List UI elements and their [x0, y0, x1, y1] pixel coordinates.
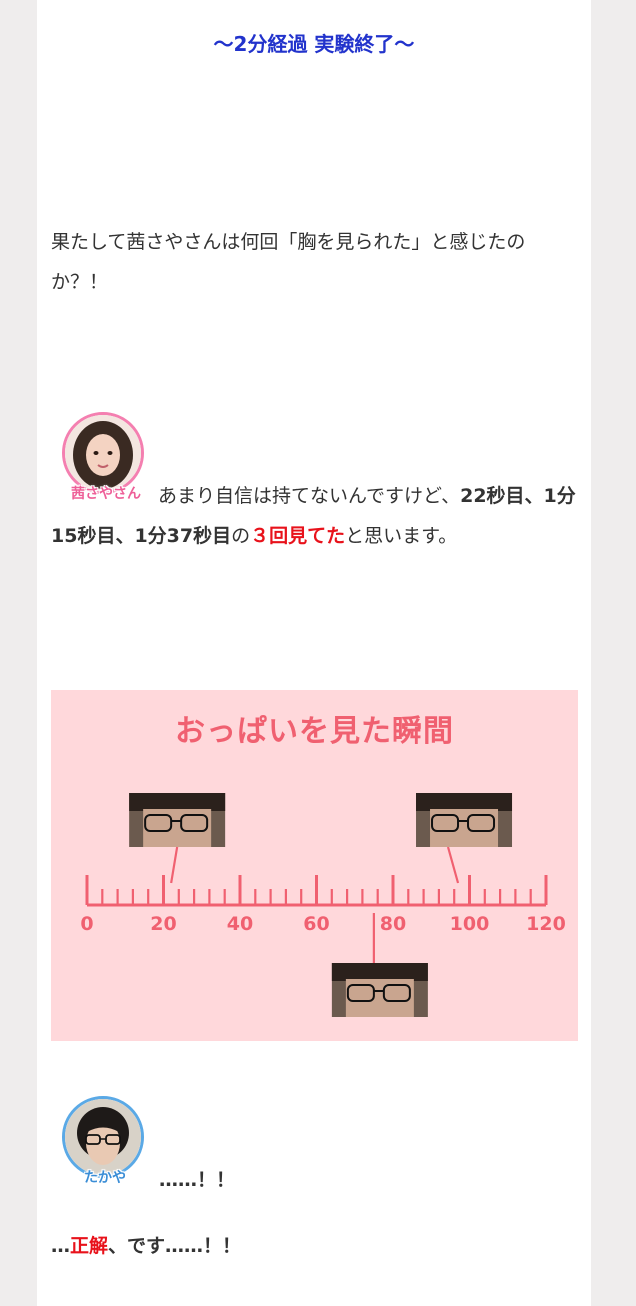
- answer-paragraph: …正解、です……！！: [51, 1226, 581, 1266]
- speaker-avatar-takaya: [62, 1096, 144, 1178]
- tick-label: 40: [227, 913, 253, 935]
- moment-photo: [129, 793, 226, 847]
- tick-label: 80: [380, 913, 406, 935]
- section-heading: 〜2分経過 実験終了〜: [213, 32, 415, 56]
- speaker1-text-1: あまり自信は持てないんですけど、: [158, 485, 461, 507]
- photo-hair: [331, 963, 428, 981]
- answer-post: 、です……！！: [108, 1235, 242, 1257]
- tick-label: 120: [526, 913, 566, 935]
- photo-hair: [416, 793, 513, 811]
- speaker2-text: ……！！: [159, 1169, 236, 1191]
- timeline-chart: おっぱいを見た瞬間 0 20 40 60 80 100 120: [51, 690, 578, 1041]
- moment-photo: [331, 963, 428, 1017]
- speaker-name-takaya: たかや: [84, 1170, 126, 1186]
- answer-highlight: 正解: [70, 1235, 109, 1257]
- answer-pre: …: [51, 1235, 70, 1257]
- speaker1-highlight: ３回見てた: [250, 525, 346, 547]
- speaker1-text-2: の: [231, 525, 251, 547]
- speaker1-text-3: と思います。: [345, 525, 458, 547]
- tick-label: 100: [450, 913, 490, 935]
- moment-pointer: [170, 846, 179, 884]
- moment-photo: [416, 793, 513, 847]
- tick-label: 0: [80, 913, 93, 935]
- moment-pointer: [446, 846, 460, 884]
- article-column: 〜2分経過 実験終了〜 果たして茜さやさんは何回「胸を見られた」と感じたのか？！…: [37, 0, 591, 1306]
- timeline-svg: 0 20 40 60 80 100 120: [80, 793, 566, 1017]
- photo-hair: [129, 793, 226, 811]
- tick-label: 20: [150, 913, 176, 935]
- question-paragraph: 果たして茜さやさんは何回「胸を見られた」と感じたのか？！: [51, 231, 526, 293]
- tick-label: 60: [303, 913, 329, 935]
- speaker1-paragraph: あまり自信は持てないんですけど、22秒目、1分15秒目、1分37秒目の３回見てた…: [51, 476, 581, 556]
